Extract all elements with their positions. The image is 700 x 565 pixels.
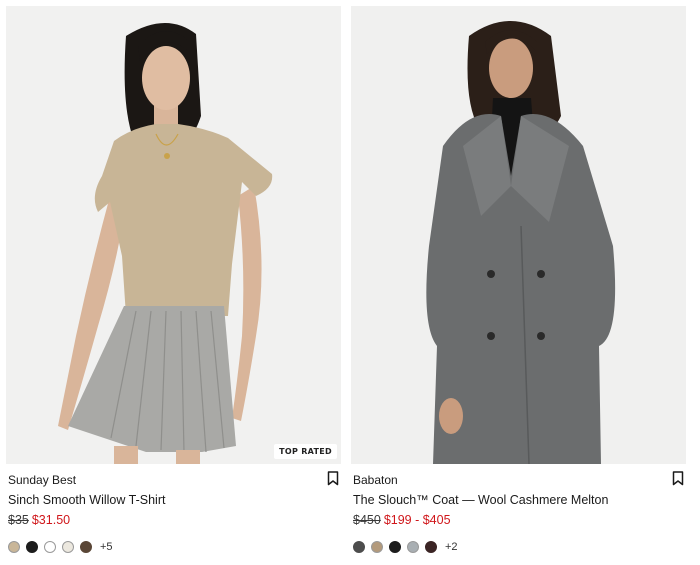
color-swatch[interactable] [389, 541, 401, 553]
sale-price: $199 - $405 [383, 513, 451, 527]
bookmark-icon[interactable] [327, 471, 339, 486]
color-swatch[interactable] [80, 541, 92, 553]
product-image-willow-tshirt[interactable]: TOP RATED [6, 6, 341, 464]
color-swatch[interactable] [425, 541, 437, 553]
product-name[interactable]: The Slouch™ Coat — Wool Cashmere Melton [353, 492, 684, 509]
product-card-sunday-best[interactable]: TOP RATED Sunday Best Sinch Smooth Willo… [6, 6, 341, 553]
product-card-babaton[interactable]: Babaton The Slouch™ Coat — Wool Cashmere… [351, 6, 686, 553]
product-brand[interactable]: Sunday Best [8, 472, 339, 489]
original-price: $450 [353, 513, 381, 527]
color-swatch[interactable] [8, 541, 20, 553]
product-image-slouch-coat[interactable] [351, 6, 686, 464]
color-swatches: +2 [353, 541, 684, 553]
bookmark-icon[interactable] [672, 471, 684, 486]
color-swatch[interactable] [407, 541, 419, 553]
color-swatch[interactable] [62, 541, 74, 553]
product-price: $35 $31.50 [8, 512, 339, 529]
top-rated-badge: TOP RATED [274, 444, 337, 459]
original-price: $35 [8, 513, 29, 527]
sale-price: $31.50 [31, 513, 71, 527]
product-info: Sunday Best Sinch Smooth Willow T-Shirt … [6, 464, 341, 553]
product-name[interactable]: Sinch Smooth Willow T-Shirt [8, 492, 339, 509]
color-swatches: +5 [8, 541, 339, 553]
color-swatch[interactable] [44, 541, 56, 553]
more-colors-count[interactable]: +5 [100, 541, 113, 553]
color-swatch[interactable] [371, 541, 383, 553]
product-price: $450 $199 - $405 [353, 512, 684, 529]
color-swatch[interactable] [26, 541, 38, 553]
model-illustration [6, 6, 341, 464]
product-brand[interactable]: Babaton [353, 472, 684, 489]
model-illustration [351, 6, 686, 464]
product-info: Babaton The Slouch™ Coat — Wool Cashmere… [351, 464, 686, 553]
color-swatch[interactable] [353, 541, 365, 553]
more-colors-count[interactable]: +2 [445, 541, 458, 553]
